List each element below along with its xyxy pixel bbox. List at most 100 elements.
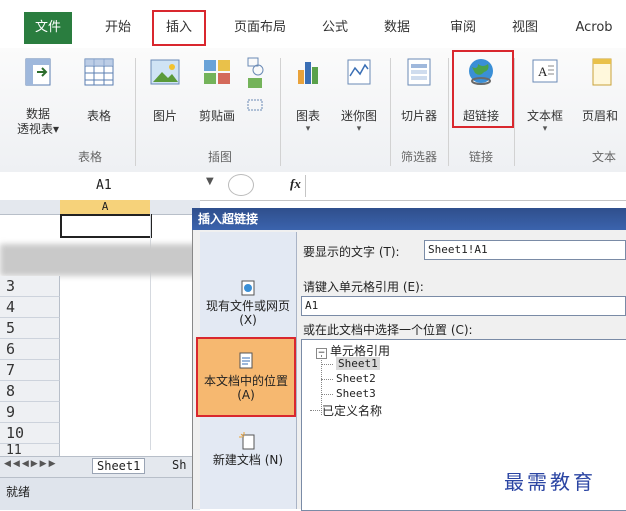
formula-input[interactable] — [305, 175, 626, 197]
ribbon: 数据 透视表▾ 表格 表格 图片 剪贴画 插图 图表 ▾ 迷你图 ▾ 切片器 筛… — [0, 48, 626, 173]
new-document-icon — [239, 432, 255, 450]
blurred-region — [0, 244, 200, 276]
choose-place-label: 或在此文档中选择一个位置 (C): — [303, 323, 473, 337]
group-label-illustrations: 插图 — [207, 150, 232, 164]
watermark-text: 最需教育 — [504, 470, 596, 494]
header-footer-icon — [592, 58, 612, 86]
clip-art-button[interactable]: 剪贴画 — [192, 56, 242, 124]
sheet-tab-partial[interactable]: Sh — [170, 458, 188, 472]
text-box-button[interactable]: A 文本框 ▾ — [520, 56, 570, 134]
picture-label: 图片 — [152, 109, 177, 123]
name-box[interactable]: A1 — [0, 176, 200, 196]
tab-formulas[interactable]: 公式 — [310, 14, 360, 42]
tree-node-defined-names[interactable]: 已定义名称 — [322, 402, 382, 419]
dialog-title: 插入超链接 — [192, 208, 626, 230]
status-ready-text: 就绪 — [6, 485, 31, 499]
insert-function-button[interactable]: fx — [290, 176, 301, 192]
active-cell-a1[interactable] — [60, 214, 152, 238]
sparkline-dropdown-icon[interactable]: ▾ — [334, 124, 384, 134]
ribbon-tab-bar: 文件 开始 插入 页面布局 公式 数据 审阅 视图 Acrob — [0, 0, 626, 49]
name-box-dropdown-icon[interactable]: ▼ — [206, 176, 214, 187]
tab-view[interactable]: 视图 — [500, 14, 550, 42]
column-header-a[interactable]: A — [60, 200, 151, 215]
row-header-8[interactable]: 8 — [0, 381, 60, 402]
sidebar-item-label: 新建文档 (N) — [212, 453, 284, 467]
header-footer-label: 页眉和 — [581, 109, 618, 123]
tab-home[interactable]: 开始 — [92, 14, 144, 42]
text-to-display-input[interactable]: Sheet1!A1 — [424, 240, 626, 260]
sparkline-icon — [347, 59, 371, 85]
ribbon-separator — [390, 58, 391, 166]
sheet-tab-sheet1[interactable]: Sheet1 — [92, 458, 146, 474]
tree-node-label: 单元格引用 — [330, 344, 391, 358]
tab-review[interactable]: 审阅 — [438, 14, 488, 42]
text-box-label: 文本框 — [526, 109, 563, 123]
header-footer-button[interactable]: 页眉和 — [574, 56, 626, 124]
row-header-6[interactable]: 6 — [0, 339, 60, 360]
chart-button[interactable]: 图表 ▾ — [286, 56, 330, 134]
group-label-tables: 表格 — [77, 150, 102, 164]
table-button[interactable]: 表格 — [74, 56, 124, 124]
group-label-links: 链接 — [468, 150, 493, 164]
pivot-table-label: 数据 透视表▾ — [16, 107, 60, 136]
sparkline-label: 迷你图 — [340, 109, 377, 123]
tab-data[interactable]: 数据 — [372, 14, 422, 42]
pivot-table-icon — [25, 58, 51, 86]
cell-reference-label: 请键入单元格引用 (E): — [303, 280, 424, 294]
tree-line — [310, 410, 322, 411]
document-place-icon — [239, 352, 253, 369]
table-icon — [84, 58, 114, 86]
slicer-icon — [407, 58, 431, 86]
sidebar-item-existing-file[interactable]: 现有文件或网页 (X) — [200, 280, 296, 327]
text-box-icon: A — [532, 59, 558, 83]
tree-line — [321, 394, 333, 395]
ribbon-separator — [280, 58, 281, 166]
chart-label: 图表 — [295, 109, 320, 123]
status-bar: 就绪 — [0, 477, 200, 510]
sparkline-button[interactable]: 迷你图 ▾ — [334, 56, 384, 134]
svg-text:A: A — [538, 64, 548, 79]
shapes-smartart-icons — [247, 57, 264, 111]
picture-icon — [150, 59, 180, 85]
sidebar-item-new-document[interactable]: 新建文档 (N) — [200, 432, 296, 478]
sidebar-item-label: 本文档中的位置 (A) — [204, 374, 289, 402]
ribbon-separator — [448, 58, 449, 166]
tab-file[interactable]: 文件 — [24, 12, 72, 44]
ribbon-separator — [135, 58, 136, 166]
row-header-3[interactable]: 3 — [0, 276, 60, 297]
chart-dropdown-icon[interactable]: ▾ — [286, 124, 330, 134]
row-header-4[interactable]: 4 — [0, 297, 60, 318]
tab-insert[interactable]: 插入 — [152, 10, 206, 46]
slicer-label: 切片器 — [400, 109, 437, 123]
tree-node-sheet1[interactable]: Sheet1 — [336, 357, 380, 370]
sidebar-item-place-in-document[interactable]: 本文档中的位置 (A) — [196, 337, 296, 417]
tab-page-layout[interactable]: 页面布局 — [220, 14, 300, 42]
pivot-table-button[interactable]: 数据 透视表▾ — [8, 56, 68, 137]
ribbon-separator — [514, 58, 515, 166]
bar-chart-icon — [298, 62, 318, 84]
cell-reference-input[interactable]: A1 — [301, 296, 626, 316]
tree-node-sheet2[interactable]: Sheet2 — [336, 372, 376, 385]
slicer-button[interactable]: 切片器 — [394, 56, 444, 124]
tree-line — [321, 379, 333, 380]
sheet-nav-arrows-icon[interactable]: ◀◀◀▶▶▶ — [4, 459, 58, 469]
formula-bar: A1 ▼ fx — [0, 172, 626, 201]
row-header-9[interactable]: 9 — [0, 402, 60, 423]
tree-node-sheet3[interactable]: Sheet3 — [336, 387, 376, 400]
text-box-dropdown-icon[interactable]: ▾ — [520, 124, 570, 134]
row-header-10[interactable]: 10 — [0, 423, 60, 444]
tree-line — [321, 364, 333, 365]
sheet-tab-bar: ◀◀◀▶▶▶ Sheet1 Sh — [0, 456, 200, 477]
highlight-box-hyperlink — [452, 50, 514, 128]
picture-button[interactable]: 图片 — [142, 56, 188, 124]
formula-circle-icon — [228, 174, 254, 196]
clip-art-icon — [204, 60, 230, 84]
text-to-display-label: 要显示的文字 (T): — [303, 245, 400, 259]
select-all-corner[interactable] — [0, 200, 61, 215]
row-header-7[interactable]: 7 — [0, 360, 60, 381]
table-label: 表格 — [86, 109, 111, 123]
tab-acrobat[interactable]: Acrob — [562, 14, 626, 42]
group-label-filter: 筛选器 — [400, 150, 437, 164]
worksheet-grid: A 3 4 5 6 7 8 9 10 — [0, 200, 200, 450]
row-header-5[interactable]: 5 — [0, 318, 60, 339]
